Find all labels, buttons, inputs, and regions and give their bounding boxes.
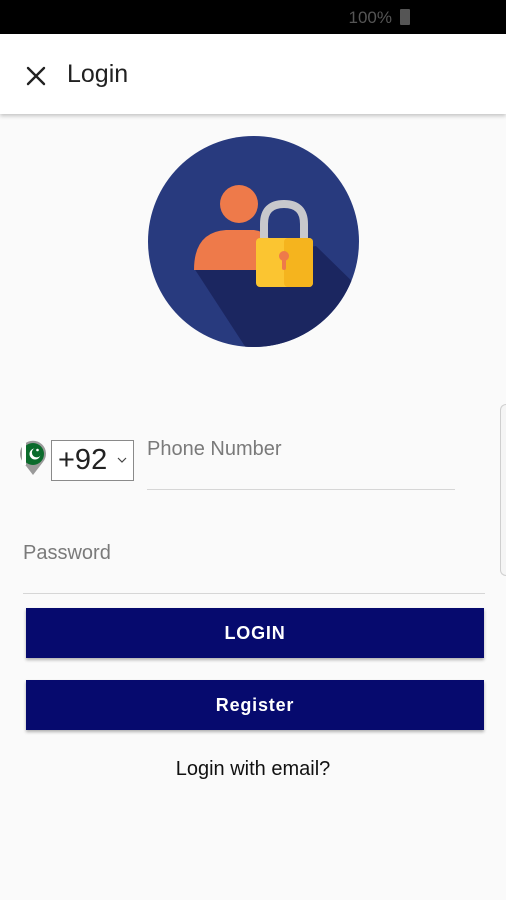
country-code-select[interactable]: +92 <box>51 440 134 481</box>
password-field <box>23 538 485 594</box>
login-with-email-link[interactable]: Login with email? <box>0 758 506 781</box>
page-title: Login <box>67 60 129 88</box>
battery-icon <box>400 9 410 25</box>
phone-number-input[interactable] <box>147 434 455 461</box>
register-button[interactable]: Register <box>26 680 484 730</box>
close-icon <box>26 66 46 86</box>
app-bar: Login <box>0 34 506 114</box>
country-code-value: +92 <box>58 444 108 476</box>
edge-panel-handle[interactable] <box>500 404 506 576</box>
user-lock-illustration <box>148 136 359 347</box>
pakistan-flag-icon <box>20 440 46 475</box>
phone-number-field <box>147 434 455 490</box>
login-button[interactable]: LOGIN <box>26 608 484 658</box>
password-input[interactable] <box>23 538 485 565</box>
close-button[interactable] <box>14 58 58 94</box>
status-bar: 100% <box>0 0 506 34</box>
battery-percentage: 100% <box>348 8 392 27</box>
chevron-down-icon <box>117 457 127 463</box>
